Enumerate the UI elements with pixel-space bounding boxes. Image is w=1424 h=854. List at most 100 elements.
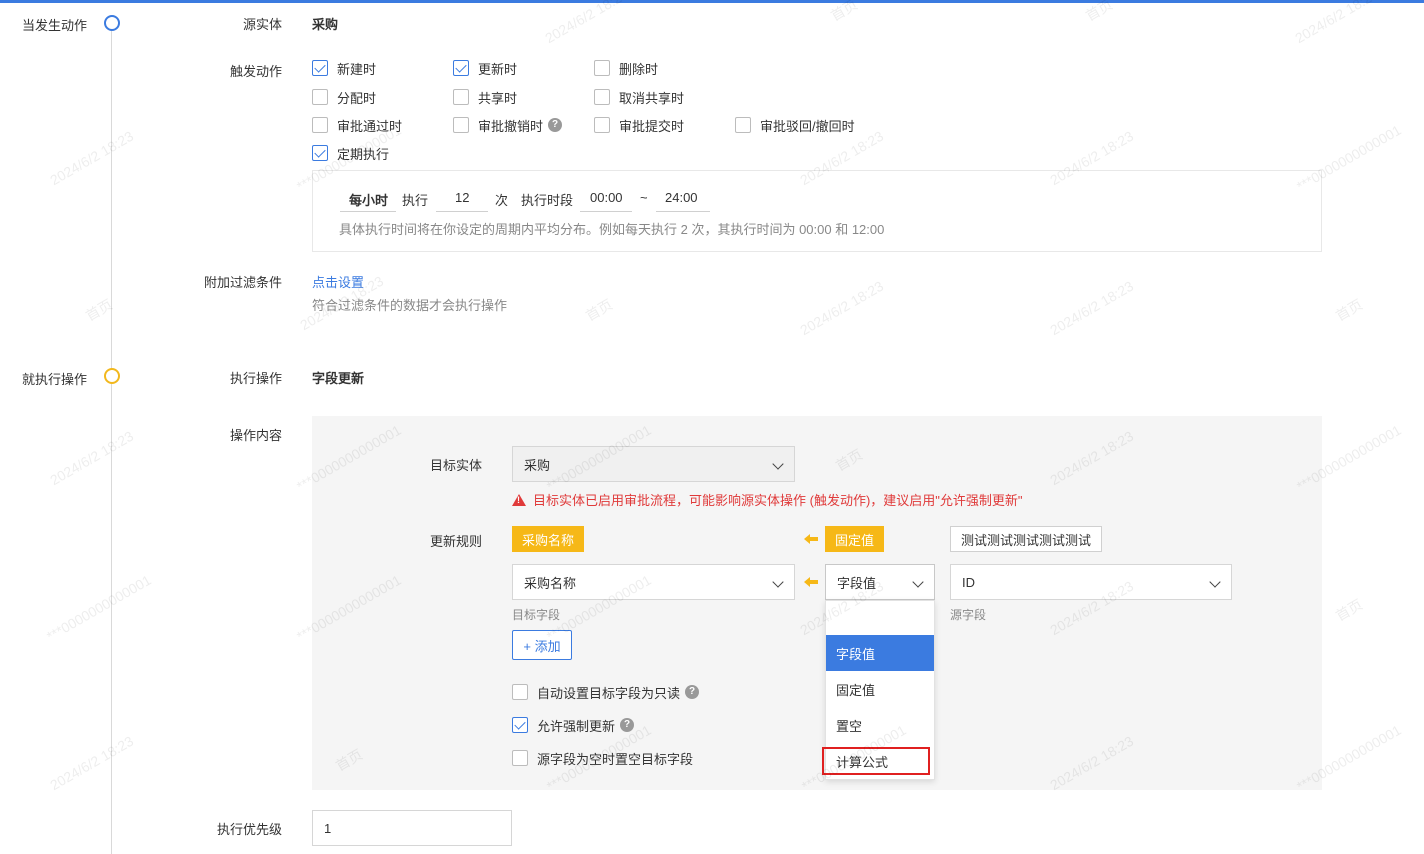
- dropdown-option-formula[interactable]: 计算公式: [822, 747, 930, 775]
- filter-hint: 符合过滤条件的数据才会执行操作: [312, 298, 508, 313]
- timeline-when-dot: [104, 15, 120, 31]
- target-field-select[interactable]: 采购名称: [512, 564, 795, 600]
- watermark-home: 首页: [827, 0, 861, 24]
- trigger-on-approval-submit[interactable]: 审批提交时: [594, 116, 684, 134]
- schedule-end-time[interactable]: 24:00: [665, 190, 698, 205]
- update-mode-select[interactable]: 字段值: [825, 564, 935, 600]
- trigger-on-unshare[interactable]: 取消共享时: [594, 88, 684, 106]
- trigger-on-approval-reject[interactable]: 审批驳回/撤回时: [735, 116, 855, 134]
- target-field-caption: 目标字段: [512, 608, 561, 622]
- update-mode-value: 字段值: [837, 575, 877, 591]
- trigger-on-approve[interactable]: 审批通过时: [312, 116, 402, 134]
- arrow-left-icon: [804, 577, 818, 587]
- schedule-hint: 具体执行时间将在你设定的周期内平均分布。例如每天执行 2 次，其执行时间为 00…: [339, 222, 885, 237]
- chevron-down-icon: [1209, 576, 1221, 588]
- priority-input[interactable]: 1: [312, 810, 512, 846]
- watermark-home: 首页: [1332, 296, 1366, 324]
- schedule-tilde: ~: [640, 190, 648, 205]
- watermark-id: ***0000000000001: [43, 571, 154, 645]
- checkbox-label: 共享时: [478, 90, 518, 106]
- period-underline: [340, 211, 396, 212]
- priority-label: 执行优先级: [216, 822, 282, 837]
- checkbox-box[interactable]: [594, 60, 610, 76]
- source-entity-label: 源实体: [242, 17, 282, 32]
- schedule-start-time[interactable]: 00:00: [590, 190, 623, 205]
- trigger-on-create[interactable]: 新建时: [312, 59, 376, 77]
- checkbox-label: 审批提交时: [619, 118, 685, 134]
- checkbox-label: 审批通过时: [337, 118, 403, 134]
- checkbox-box[interactable]: [312, 117, 328, 133]
- watermark-date: 2024/6/2 18:23: [47, 732, 137, 794]
- trigger-on-delete[interactable]: 删除时: [594, 59, 658, 77]
- target-entity-select[interactable]: 采购: [512, 446, 795, 482]
- help-icon[interactable]: ?: [548, 118, 563, 132]
- add-rule-button[interactable]: + 添加: [512, 630, 572, 660]
- checkbox-label: 删除时: [619, 61, 659, 77]
- checkbox-label: 分配时: [337, 90, 377, 106]
- source-entity-value: 采购: [312, 17, 339, 32]
- dropdown-option-fixed-value[interactable]: 固定值: [826, 671, 934, 707]
- checkbox-box[interactable]: [312, 89, 328, 105]
- force-update-checkbox[interactable]: 允许强制更新?: [512, 716, 635, 734]
- source-field-caption: 源字段: [950, 608, 987, 622]
- schedule-exec-label: 执行: [402, 193, 429, 208]
- checkbox-label: 自动设置目标字段为只读: [537, 685, 681, 701]
- help-icon[interactable]: ?: [685, 685, 700, 699]
- content-label: 操作内容: [229, 428, 282, 443]
- schedule-times-label: 次: [495, 193, 509, 208]
- checkbox-label: 取消共享时: [619, 90, 685, 106]
- filter-label: 附加过滤条件: [203, 275, 282, 290]
- timeline-then-label: 就执行操作: [22, 372, 88, 387]
- filter-set-link[interactable]: 点击设置: [312, 272, 364, 291]
- trigger-on-assign[interactable]: 分配时: [312, 88, 376, 106]
- checkbox-box[interactable]: [453, 60, 469, 76]
- source-field-value: ID: [962, 574, 975, 590]
- clear-target-checkbox[interactable]: 源字段为空时置空目标字段: [512, 749, 693, 767]
- source-field-select[interactable]: ID: [950, 564, 1232, 600]
- trigger-on-share[interactable]: 共享时: [453, 88, 517, 106]
- rule-target-tag: 采购名称: [512, 526, 585, 552]
- watermark-home: 首页: [1332, 596, 1366, 624]
- checkbox-box[interactable]: [512, 684, 528, 700]
- target-field-value: 采购名称: [524, 575, 577, 591]
- checkbox-label: 审批撤销时: [478, 118, 544, 134]
- schedule-count-input[interactable]: 12: [455, 190, 469, 205]
- checkbox-box[interactable]: [312, 145, 328, 161]
- checkbox-box[interactable]: [312, 60, 328, 76]
- checkbox-box[interactable]: [735, 117, 751, 133]
- update-rule-label: 更新规则: [429, 534, 482, 549]
- arrow-left-icon: [804, 534, 818, 544]
- trigger-on-update[interactable]: 更新时: [453, 59, 517, 77]
- dropdown-option-field-value[interactable]: 字段值: [826, 635, 934, 671]
- schedule-period-select[interactable]: 每小时: [349, 190, 388, 209]
- operation-label: 执行操作: [229, 371, 282, 386]
- checkbox-box[interactable]: [594, 89, 610, 105]
- timeline-line: [111, 22, 112, 854]
- watermark-home: 首页: [1082, 0, 1116, 24]
- checkbox-label: 定期执行: [337, 146, 390, 162]
- help-icon[interactable]: ?: [620, 718, 635, 732]
- timeline-then-dot: [104, 368, 120, 384]
- watermark-date: 2024/6/2 18:23: [47, 127, 137, 189]
- count-underline: [436, 211, 488, 212]
- trigger-on-approval-revoke[interactable]: 审批撤销时?: [453, 116, 563, 134]
- watermark-date: 2024/6/2 18:23: [542, 0, 632, 47]
- watermark-date: 2024/6/2 18:23: [47, 427, 137, 489]
- warning-text: 目标实体已启用审批流程，可能影响源实体操作 (触发动作)，建议启用"允许强制更新…: [533, 493, 1023, 508]
- rule-mode-tag: 固定值: [825, 526, 885, 552]
- trigger-label: 触发动作: [229, 64, 282, 79]
- checkbox-box[interactable]: [453, 117, 469, 133]
- checkbox-box[interactable]: [512, 717, 528, 733]
- dropdown-option-clear[interactable]: 置空: [826, 707, 934, 743]
- auto-readonly-checkbox[interactable]: 自动设置目标字段为只读?: [512, 683, 700, 701]
- checkbox-label: 更新时: [478, 61, 518, 77]
- watermark-date: 2024/6/2 18:23: [1292, 0, 1382, 47]
- fixed-value-button[interactable]: 测试测试测试测试测试: [950, 526, 1103, 552]
- checkbox-box[interactable]: [512, 750, 528, 766]
- timeline-when-label: 当发生动作: [22, 18, 88, 33]
- schedule-period-label: 执行时段: [521, 193, 574, 208]
- chevron-down-icon: [912, 576, 924, 588]
- checkbox-box[interactable]: [453, 89, 469, 105]
- checkbox-box[interactable]: [594, 117, 610, 133]
- trigger-scheduled[interactable]: 定期执行: [312, 144, 389, 162]
